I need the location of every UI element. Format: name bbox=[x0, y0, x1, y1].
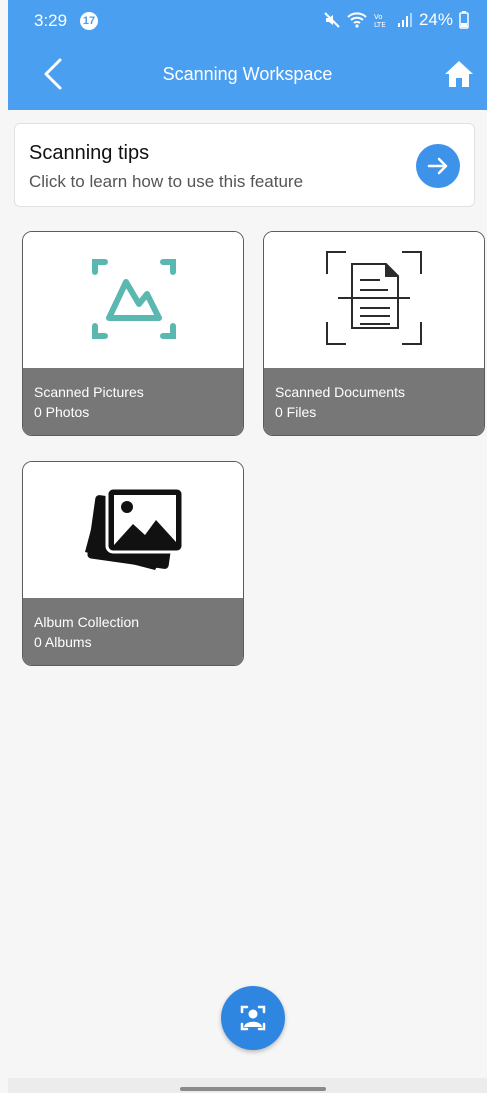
tips-title: Scanning tips bbox=[29, 142, 150, 164]
card-image-area bbox=[23, 462, 243, 598]
card-info: Scanned Pictures 0 Photos bbox=[23, 368, 243, 435]
battery-icon bbox=[459, 11, 469, 29]
card-title: Scanned Pictures bbox=[34, 384, 144, 400]
status-icons: Vo LTE 24% bbox=[323, 10, 469, 30]
card-scanned-pictures[interactable]: Scanned Pictures 0 Photos bbox=[22, 231, 244, 436]
notification-count-badge: 17 bbox=[80, 12, 98, 30]
scan-fab-button[interactable] bbox=[221, 986, 285, 1050]
scan-picture-icon bbox=[92, 259, 176, 339]
card-scanned-documents[interactable]: Scanned Documents 0 Files bbox=[263, 231, 485, 436]
scanning-tips-card[interactable]: Scanning tips Click to learn how to use … bbox=[14, 123, 475, 207]
card-image-area bbox=[264, 232, 484, 368]
mute-icon bbox=[324, 12, 340, 28]
album-collection-icon bbox=[85, 486, 185, 570]
signal-icon bbox=[397, 13, 412, 27]
page-title: Scanning Workspace bbox=[162, 64, 333, 84]
status-bar: 3:29 17 Vo LTE 24% bbox=[8, 0, 487, 44]
card-image-area bbox=[23, 232, 243, 368]
scan-document-icon bbox=[326, 251, 422, 345]
card-title: Scanned Documents bbox=[275, 384, 405, 400]
scan-person-icon bbox=[240, 1005, 266, 1031]
home-indicator[interactable] bbox=[180, 1087, 326, 1091]
card-count: 0 Files bbox=[275, 404, 317, 420]
status-time: 3:29 bbox=[34, 11, 68, 30]
home-icon[interactable] bbox=[443, 58, 475, 90]
app-header: 3:29 17 Vo LTE 24% Scanning Workspace bbox=[8, 0, 487, 110]
card-count: 0 Photos bbox=[34, 404, 90, 420]
volte-icon: Vo LTE bbox=[374, 13, 386, 29]
card-album-collection[interactable]: Album Collection 0 Albums bbox=[22, 461, 244, 666]
wifi-icon bbox=[347, 12, 367, 28]
card-info: Scanned Documents 0 Files bbox=[264, 368, 484, 435]
card-info: Album Collection 0 Albums bbox=[23, 598, 243, 665]
svg-text:Vo: Vo bbox=[374, 13, 383, 21]
svg-text:LTE: LTE bbox=[374, 21, 386, 29]
tips-arrow-button[interactable] bbox=[416, 144, 460, 188]
battery-percent: 24% bbox=[418, 10, 453, 29]
arrow-right-icon bbox=[427, 157, 448, 175]
card-count: 0 Albums bbox=[34, 634, 92, 650]
tips-subtitle: Click to learn how to use this feature bbox=[29, 172, 304, 191]
card-title: Album Collection bbox=[34, 614, 140, 630]
